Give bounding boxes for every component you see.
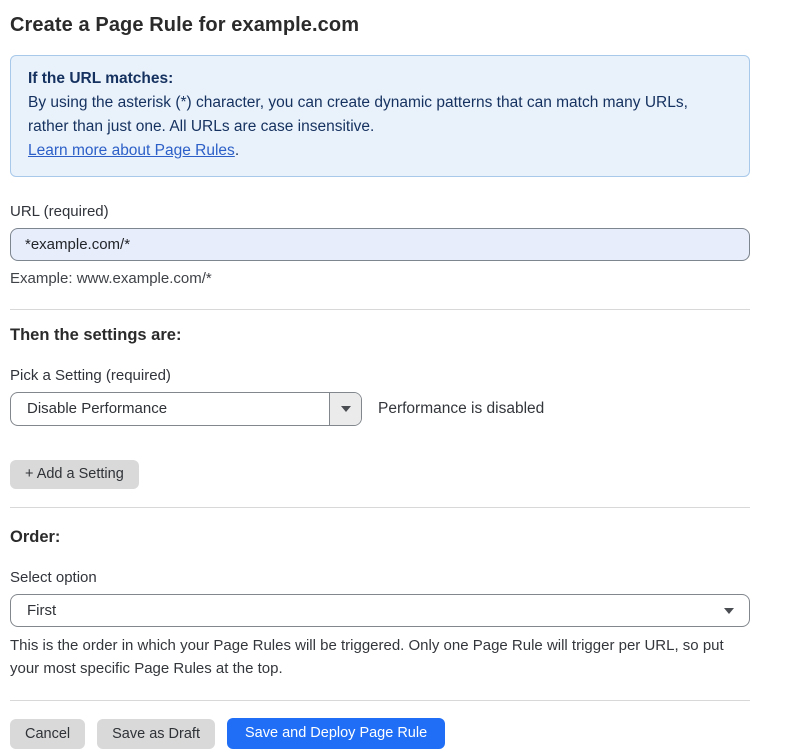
divider (10, 700, 750, 701)
learn-more-link[interactable]: Learn more about Page Rules (28, 142, 235, 159)
save-deploy-button[interactable]: Save and Deploy Page Rule (227, 718, 445, 749)
setting-dropdown[interactable]: Disable Performance (10, 392, 362, 426)
setting-dropdown-button[interactable] (329, 393, 361, 425)
order-select[interactable]: First (10, 594, 750, 627)
setting-picker-label: Pick a Setting (required) (10, 367, 750, 384)
settings-section-heading: Then the settings are: (10, 326, 750, 345)
page-rule-form: Create a Page Rule for example.com If th… (0, 0, 780, 749)
url-example-text: Example: www.example.com/* (10, 270, 750, 287)
order-select-value: First (11, 595, 749, 626)
info-callout-body: By using the asterisk (*) character, you… (28, 91, 732, 139)
link-suffix: . (235, 142, 239, 159)
chevron-down-icon (724, 608, 734, 614)
footer-actions: Cancel Save as Draft Save and Deploy Pag… (10, 718, 750, 749)
order-help-text: This is the order in which your Page Rul… (10, 634, 750, 680)
page-title: Create a Page Rule for example.com (10, 14, 750, 37)
info-callout-heading: If the URL matches: (28, 67, 732, 91)
cancel-button[interactable]: Cancel (10, 719, 85, 749)
setting-status-text: Performance is disabled (378, 400, 544, 418)
add-setting-button[interactable]: + Add a Setting (10, 460, 139, 489)
url-input[interactable] (10, 228, 750, 261)
setting-row: Disable Performance Performance is disab… (10, 392, 750, 426)
save-draft-button[interactable]: Save as Draft (97, 719, 215, 749)
url-match-info-callout: If the URL matches: By using the asteris… (10, 55, 750, 177)
setting-dropdown-value: Disable Performance (11, 393, 329, 425)
order-section-heading: Order: (10, 528, 750, 547)
url-field-label: URL (required) (10, 203, 750, 220)
order-select-label: Select option (10, 569, 750, 586)
chevron-down-icon (341, 406, 351, 412)
info-callout-link-line: Learn more about Page Rules. (28, 139, 732, 163)
